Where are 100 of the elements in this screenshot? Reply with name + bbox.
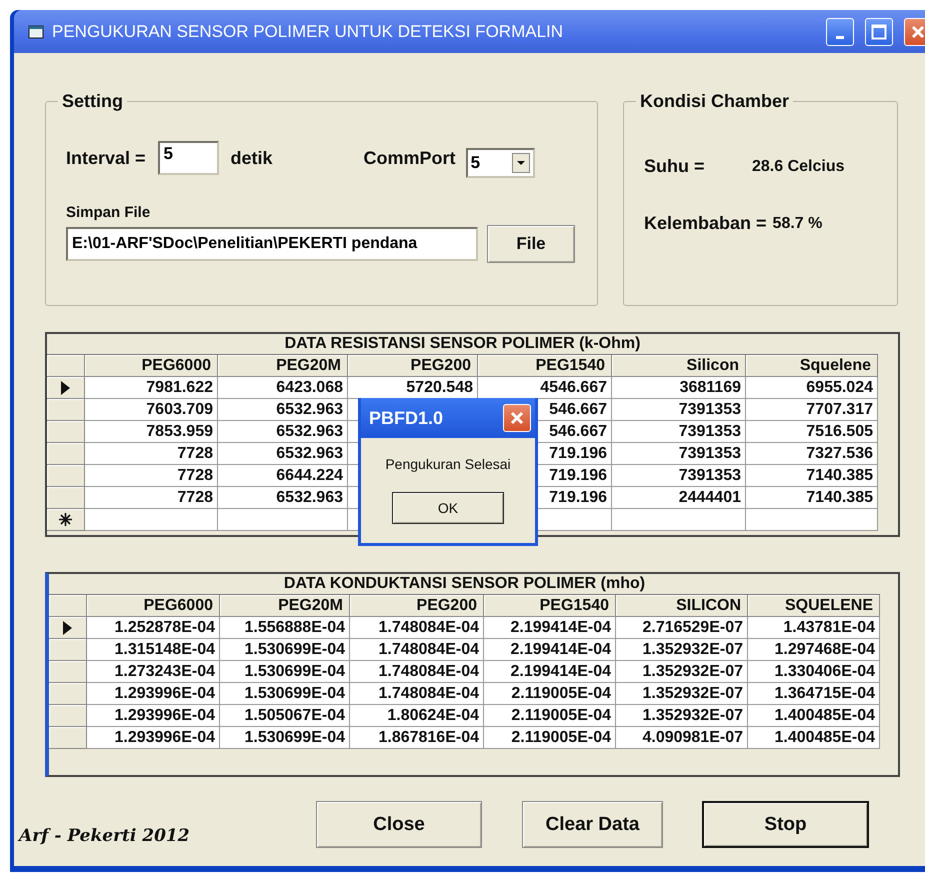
table-cell: 7728 <box>85 465 218 487</box>
table-cell: 1.297468E-04 <box>748 639 880 661</box>
table-cell: 1.556888E-04 <box>220 617 350 639</box>
table-cell: 1.352932E-07 <box>616 705 748 727</box>
table-cell: 7603.709 <box>85 399 218 421</box>
column-header[interactable]: PEG6000 <box>87 595 220 617</box>
minimize-button[interactable] <box>826 18 854 46</box>
maximize-button[interactable] <box>865 18 893 46</box>
row-selector[interactable] <box>47 509 85 531</box>
ok-button[interactable]: OK <box>392 492 504 524</box>
minimize-icon <box>836 36 844 39</box>
table-cell: 1.364715E-04 <box>748 683 880 705</box>
table-cell: 1.352932E-07 <box>616 661 748 683</box>
action-button[interactable]: Stop <box>702 801 869 848</box>
table-cell: 4.090981E-07 <box>616 727 748 749</box>
column-header[interactable]: SQUELENE <box>748 595 880 617</box>
table-cell: 6532.963 <box>218 399 348 421</box>
table-cell: 4546.667 <box>478 377 612 399</box>
close-icon <box>510 411 524 425</box>
table-cell: 7391353 <box>612 443 746 465</box>
current-row-icon <box>61 380 70 394</box>
table-cell: 1.330406E-04 <box>748 661 880 683</box>
column-header[interactable]: PEG6000 <box>85 355 218 377</box>
table-cell: 2444401 <box>612 487 746 509</box>
row-selector[interactable] <box>47 377 85 399</box>
humidity-value: 58.7 % <box>772 214 822 232</box>
table-cell: 6423.068 <box>218 377 348 399</box>
table-cell: 1.867816E-04 <box>350 727 484 749</box>
table-cell: 1.252878E-04 <box>87 617 220 639</box>
file-button[interactable]: File <box>487 225 575 263</box>
table-cell: 1.400485E-04 <box>748 705 880 727</box>
new-row-icon <box>59 513 72 526</box>
action-button[interactable]: Clear Data <box>522 801 663 848</box>
table-cell: 1.352932E-07 <box>616 639 748 661</box>
table-cell: 1.530699E-04 <box>220 639 350 661</box>
file-path-field[interactable]: E:\01-ARF'SDoc\Penelitian\PEKERTI pendana <box>66 227 478 261</box>
table-cell: 1.748084E-04 <box>350 661 484 683</box>
table-cell: 6955.024 <box>746 377 878 399</box>
table-cell: 1.315148E-04 <box>87 639 220 661</box>
dialog-title: PBFD1.0 <box>369 408 444 428</box>
table-cell: 1.748084E-04 <box>350 639 484 661</box>
table-cell: 2.119005E-04 <box>484 683 616 705</box>
row-selector[interactable] <box>49 617 87 639</box>
table-cell: 1.43781E-04 <box>748 617 880 639</box>
column-header[interactable]: PEG1540 <box>478 355 612 377</box>
table-cell: 7516.505 <box>746 421 878 443</box>
group-title: Setting <box>61 91 124 112</box>
table-cell: 1.748084E-04 <box>350 617 484 639</box>
column-header[interactable]: PEG20M <box>220 595 350 617</box>
table-cell: 2.119005E-04 <box>484 705 616 727</box>
table-cell: 7327.536 <box>746 443 878 465</box>
table-cell: 1.748084E-04 <box>350 683 484 705</box>
dialog-close-button[interactable] <box>503 404 531 432</box>
table-cell: 7140.385 <box>746 487 878 509</box>
table-cell: 1.293996E-04 <box>87 705 220 727</box>
table-cell: 6532.963 <box>218 421 348 443</box>
column-header[interactable]: Squelene <box>746 355 878 377</box>
table-cell: 2.199414E-04 <box>484 617 616 639</box>
action-button[interactable]: Close <box>316 801 482 848</box>
table-cell: 1.400485E-04 <box>748 727 880 749</box>
table-cell: 7391353 <box>612 399 746 421</box>
interval-field[interactable]: 5 <box>158 141 219 175</box>
table-cell: 7981.622 <box>85 377 218 399</box>
column-header[interactable]: PEG20M <box>218 355 348 377</box>
column-header[interactable]: PEG200 <box>350 595 484 617</box>
app-icon <box>28 24 44 38</box>
maximize-icon <box>871 24 887 40</box>
temperature-value: 28.6 Celcius <box>752 158 844 176</box>
table-cell: 1.80624E-04 <box>350 705 484 727</box>
window-title: PENGUKURAN SENSOR POLIMER UNTUK DETEKSI FORMALIN <box>52 22 564 42</box>
table-cell: 2.119005E-04 <box>484 727 616 749</box>
humidity-label: Kelembaban = <box>644 213 767 234</box>
table-cell: 7728 <box>85 443 218 465</box>
table-cell: 3681169 <box>612 377 746 399</box>
commport-dropdown[interactable]: 5 <box>466 148 535 178</box>
table-cell: 1.293996E-04 <box>87 727 220 749</box>
table-cell: 7140.385 <box>746 465 878 487</box>
table-cell: 7707.317 <box>746 399 878 421</box>
column-header[interactable]: Silicon <box>612 355 746 377</box>
corner-cell <box>49 595 87 617</box>
table-cell: 1.530699E-04 <box>220 727 350 749</box>
close-icon <box>911 24 925 38</box>
current-row-icon <box>63 620 72 634</box>
table-cell: 1.530699E-04 <box>220 683 350 705</box>
column-header[interactable]: SILICON <box>616 595 748 617</box>
table-cell: 7728 <box>85 487 218 509</box>
table-cell: 7853.959 <box>85 421 218 443</box>
table-cell: 1.505067E-04 <box>220 705 350 727</box>
table-cell: 1.530699E-04 <box>220 661 350 683</box>
table-cell: 5720.548 <box>348 377 478 399</box>
table-cell: 1.352932E-07 <box>616 683 748 705</box>
group-title: Kondisi Chamber <box>639 91 790 112</box>
column-header[interactable]: PEG1540 <box>484 595 616 617</box>
commport-label: CommPort <box>364 148 456 168</box>
table-cell: 7391353 <box>612 465 746 487</box>
grid-caption: DATA RESISTANSI SENSOR POLIMER (k-Ohm) <box>47 334 878 355</box>
column-header[interactable]: PEG200 <box>348 355 478 377</box>
close-button[interactable] <box>904 18 925 46</box>
file-label: Simpan File <box>66 204 152 221</box>
corner-cell <box>47 355 85 377</box>
